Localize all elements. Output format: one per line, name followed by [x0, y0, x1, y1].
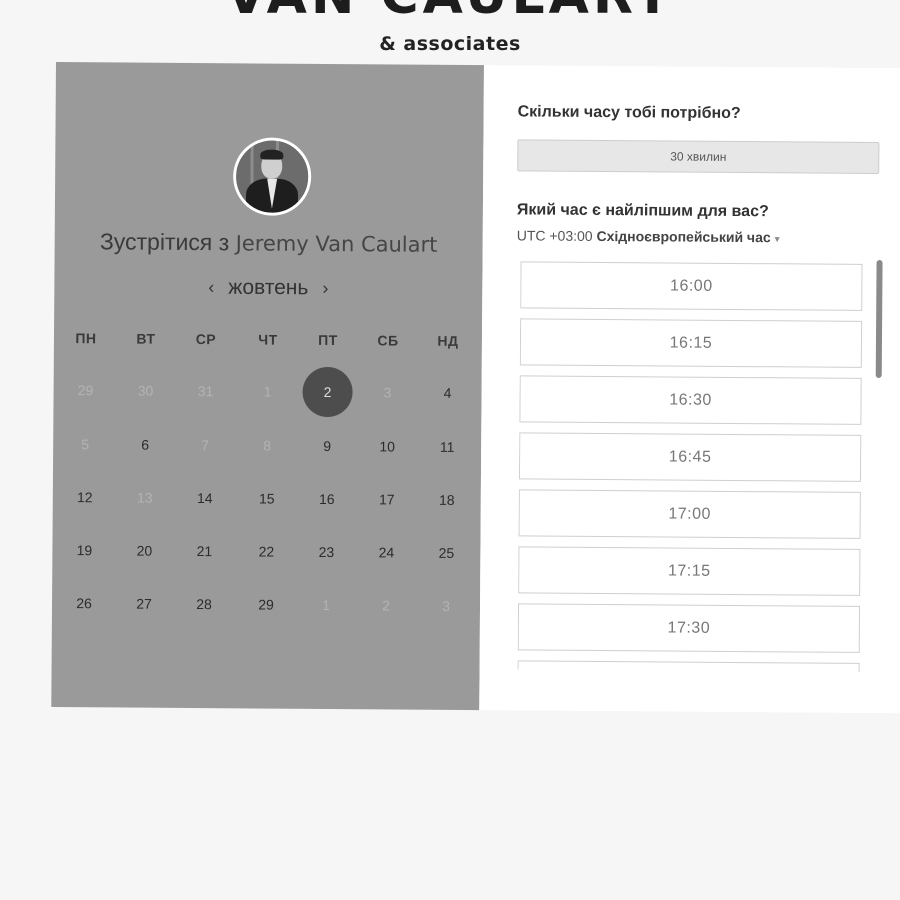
calendar-day[interactable]: 9 — [305, 424, 349, 468]
calendar-day: 3 — [383, 384, 392, 401]
calendar-day[interactable]: 29 — [244, 582, 288, 626]
calendar-day[interactable]: 21 — [182, 529, 226, 573]
caret-down-icon: ▾ — [774, 234, 780, 246]
timezone-offset: UTC +03:00 — [516, 227, 593, 244]
duration-select[interactable]: 30 хвилин — [517, 139, 880, 175]
calendar-day: 1 — [263, 383, 272, 400]
calendar-day[interactable]: 10 — [365, 424, 409, 468]
timezone-name: Східноєвропейський час — [596, 227, 771, 246]
calendar-day[interactable]: 20 — [122, 529, 166, 573]
calendar-panel: Зустрітися з Jeremy Van Caulart ‹ жовтень… — [51, 62, 484, 711]
calendar-day[interactable]: 6 — [123, 423, 167, 467]
time-question: Який час є найліпшим для вас? — [516, 201, 769, 221]
calendar-day: 13 — [136, 489, 153, 506]
calendar-day: 2 — [382, 597, 390, 614]
calendar-day[interactable]: 18 — [425, 478, 469, 522]
calendar-day: 5 — [81, 436, 90, 453]
calendar-day[interactable]: 17 — [365, 477, 409, 521]
calendar-day: 30 — [137, 382, 154, 399]
time-slot-button[interactable]: 16:30 — [519, 375, 862, 425]
calendar-day[interactable]: 28 — [182, 582, 226, 626]
time-slot-button[interactable]: 16:45 — [518, 432, 862, 482]
calendar-day[interactable]: 22 — [244, 529, 288, 573]
calendar-day[interactable]: 24 — [364, 530, 408, 574]
time-slot-button[interactable]: 17:30 — [517, 603, 861, 653]
calendar-day[interactable]: 19 — [62, 528, 106, 572]
time-slot-button[interactable]: 17:00 — [518, 489, 861, 539]
calendar-day[interactable]: 4 — [425, 371, 469, 415]
time-slot-button[interactable]: 17:15 — [518, 546, 861, 596]
calendar-day[interactable]: 15 — [245, 476, 289, 520]
calendar-day[interactable]: 14 — [183, 476, 227, 520]
time-panel: Скільки часу тобі потрібно? 30 хвилин Як… — [479, 65, 900, 714]
calendar-day: 1 — [322, 596, 330, 614]
calendar-day[interactable]: 12 — [63, 475, 107, 519]
calendar-day[interactable]: 23 — [304, 530, 348, 574]
booking-widget: Зустрітися з Jeremy Van Caulart ‹ жовтень… — [51, 62, 900, 714]
calendar-grid: 29 30 31 1 2 3 4 5 6 7 8 9 10 11 12 13 14 15 16 17 18 19 20 21 2… — [51, 62, 484, 710]
calendar-day: 8 — [263, 437, 272, 454]
brand-logo-title: VAN CAULART — [0, 0, 900, 22]
calendar-day: 7 — [201, 437, 210, 454]
time-slot-list: 16:00 16:15 16:30 16:45 17:00 17:15 17:30 — [517, 257, 865, 672]
time-slot-button[interactable] — [517, 660, 860, 672]
calendar-day[interactable]: 27 — [122, 581, 166, 625]
time-slot-button[interactable]: 16:00 — [520, 261, 863, 311]
calendar-day: 29 — [77, 382, 94, 399]
calendar-day: 3 — [442, 597, 450, 614]
calendar-day: 31 — [197, 383, 214, 400]
duration-question: Скільки часу тобі потрібно? — [517, 103, 741, 123]
brand-tagline: & associates — [379, 33, 521, 55]
timezone-selector[interactable]: UTC +03:00 Східноєвропейський час ▾ — [517, 227, 780, 245]
calendar-day[interactable]: 16 — [305, 477, 349, 521]
calendar-day[interactable]: 26 — [62, 581, 106, 625]
calendar-day[interactable]: 11 — [425, 425, 469, 469]
calendar-day[interactable]: 25 — [424, 531, 468, 575]
calendar-day-selected[interactable]: 2 — [302, 366, 353, 418]
brand-header: VAN CAULART & associates — [0, 0, 900, 62]
slot-list-scrollbar[interactable] — [875, 260, 883, 379]
time-slot-button[interactable]: 16:15 — [519, 318, 863, 368]
